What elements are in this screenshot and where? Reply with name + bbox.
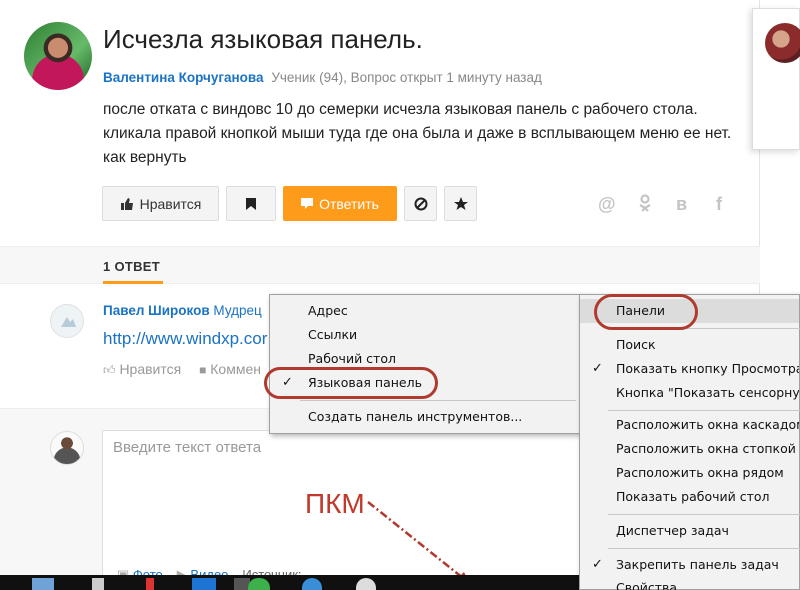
like-button-label: Нравится bbox=[139, 195, 202, 212]
question-meta: Валентина Корчуганова Ученик (94), Вопро… bbox=[103, 70, 542, 85]
menu-separator bbox=[300, 400, 576, 401]
menu-item-label: Закрепить панель задач bbox=[616, 557, 779, 572]
submenu-item-links[interactable]: Ссылки bbox=[270, 323, 580, 347]
menu-item-task-manager[interactable]: Диспетчер задач bbox=[580, 519, 799, 543]
answers-count[interactable]: 1 ОТВЕТ bbox=[103, 259, 160, 274]
user-popup-card bbox=[752, 8, 800, 150]
taskbar-explorer-icon[interactable] bbox=[32, 578, 54, 590]
share-facebook-icon[interactable]: f bbox=[716, 194, 722, 215]
question-title: Исчезла языковая панель. bbox=[103, 24, 423, 54]
menu-item-label: Расположить окна рядом bbox=[616, 465, 784, 480]
menu-item-side-by-side[interactable]: Расположить окна рядом bbox=[580, 461, 799, 485]
menu-item-label: Расположить окна каскадом bbox=[616, 417, 799, 432]
answer-author-avatar[interactable] bbox=[50, 304, 84, 338]
menu-item-show-desktop[interactable]: Показать рабочий стол bbox=[580, 485, 799, 509]
submenu-item-label: Рабочий стол bbox=[308, 351, 396, 366]
menu-item-label: Свойства bbox=[616, 580, 678, 590]
question-author-link[interactable]: Валентина Корчуганова bbox=[103, 70, 264, 85]
answer-button-label: Ответить bbox=[319, 195, 379, 212]
report-button[interactable] bbox=[404, 186, 437, 221]
menu-separator bbox=[608, 548, 800, 549]
answer-actions: 👍︎ Нравится ■ Коммен bbox=[103, 361, 261, 378]
share-vk-icon[interactable]: в bbox=[676, 194, 687, 215]
annotation-circle-toolbars bbox=[594, 294, 698, 330]
checkmark-icon: ✓ bbox=[592, 557, 603, 572]
block-icon bbox=[414, 197, 427, 210]
comment-icon: ■ bbox=[199, 363, 207, 377]
author-avatar[interactable] bbox=[24, 22, 92, 90]
menu-item-label: Показать кнопку Просмотра задач bbox=[616, 361, 799, 376]
taskbar-opera-icon[interactable] bbox=[146, 578, 154, 590]
menu-item-properties[interactable]: Свойства bbox=[580, 576, 799, 590]
answer-author-link[interactable]: Павел Широков bbox=[103, 303, 210, 318]
taskbar-context-menu: Панели Поиск ✓ Показать кнопку Просмотра … bbox=[579, 294, 800, 590]
current-user-avatar bbox=[50, 431, 84, 465]
taskbar-app-icon[interactable] bbox=[92, 578, 104, 590]
answer-comment-button[interactable]: ■ Коммен bbox=[199, 361, 261, 377]
menu-item-stack[interactable]: Расположить окна стопкой bbox=[580, 437, 799, 461]
menu-item-label: Показать рабочий стол bbox=[616, 489, 770, 504]
reply-icon bbox=[301, 197, 314, 209]
answer-comment-label: Коммен bbox=[210, 361, 261, 377]
question-meta-text: Ученик (94), Вопрос открыт 1 минуту наза… bbox=[271, 70, 542, 85]
menu-item-label: Расположить окна стопкой bbox=[616, 441, 796, 456]
menu-item-task-view[interactable]: ✓ Показать кнопку Просмотра задач bbox=[580, 357, 799, 381]
answers-header: 1 ОТВЕТ bbox=[0, 246, 760, 284]
answer-author: Павел Широков Мудрец bbox=[103, 303, 262, 318]
menu-item-lock-taskbar[interactable]: ✓ Закрепить панель задач bbox=[580, 553, 799, 577]
menu-item-cascade[interactable]: Расположить окна каскадом bbox=[580, 413, 799, 437]
answer-like-button[interactable]: 👍︎ Нравится bbox=[103, 361, 185, 377]
submenu-item-label: Создать панель инструментов... bbox=[308, 409, 523, 424]
toolbars-submenu: Адрес Ссылки Рабочий стол ✓ Языковая пане… bbox=[269, 294, 581, 434]
answers-tab-indicator bbox=[103, 281, 163, 284]
answer-button[interactable]: Ответить bbox=[283, 186, 397, 221]
share-ok-icon[interactable] bbox=[638, 194, 652, 217]
menu-separator bbox=[608, 410, 800, 411]
thumbs-up-icon: 👍︎ bbox=[103, 363, 116, 377]
answer-like-label: Нравится bbox=[119, 361, 182, 377]
answer-link[interactable]: http://www.windxp.cor bbox=[103, 329, 267, 349]
menu-item-touch-keyboard[interactable]: Кнопка "Показать сенсорную клавиатуру" bbox=[580, 381, 799, 405]
annotation-label: ПКМ bbox=[305, 488, 365, 519]
annotation-circle-language-bar bbox=[264, 367, 438, 399]
menu-item-label: Кнопка "Показать сенсорную клавиатуру" bbox=[616, 385, 799, 400]
star-icon bbox=[453, 196, 468, 210]
taskbar-word-icon[interactable] bbox=[192, 578, 216, 590]
menu-item-label: Диспетчер задач bbox=[616, 523, 729, 538]
question-text: после отката с виндовс 10 до семерки исч… bbox=[103, 101, 732, 166]
answer-author-rank: Мудрец bbox=[213, 303, 262, 318]
like-button[interactable]: Нравится bbox=[102, 186, 219, 221]
popup-user-avatar[interactable] bbox=[765, 23, 800, 63]
taskbar-whatsapp-icon[interactable] bbox=[248, 578, 270, 590]
taskbar-chrome-icon[interactable] bbox=[356, 578, 376, 590]
submenu-item-label: Адрес bbox=[308, 303, 348, 318]
taskbar-browser-icon[interactable] bbox=[302, 578, 322, 590]
thumbs-up-icon bbox=[120, 197, 133, 210]
menu-separator bbox=[608, 514, 800, 515]
submenu-item-new-toolbar[interactable]: Создать панель инструментов... bbox=[270, 405, 580, 429]
menu-item-label: Поиск bbox=[616, 337, 656, 352]
checkmark-icon: ✓ bbox=[592, 361, 603, 376]
submenu-item-label: Ссылки bbox=[308, 327, 358, 342]
bookmark-icon bbox=[246, 197, 256, 210]
bookmark-button[interactable] bbox=[226, 186, 276, 221]
share-mail-icon[interactable]: @ bbox=[598, 194, 616, 215]
favorite-button[interactable] bbox=[444, 186, 477, 221]
menu-item-search[interactable]: Поиск bbox=[580, 333, 799, 357]
submenu-item-address[interactable]: Адрес bbox=[270, 299, 580, 323]
